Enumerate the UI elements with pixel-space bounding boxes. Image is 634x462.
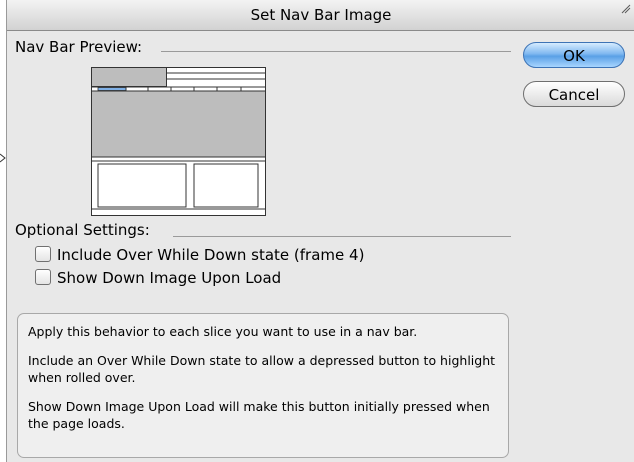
checkbox-box[interactable]	[35, 246, 51, 262]
optional-settings-label: Optional Settings:	[15, 221, 150, 239]
checkbox-box[interactable]	[35, 269, 51, 285]
ok-button[interactable]: OK	[523, 42, 625, 68]
resize-grip-icon	[621, 4, 631, 14]
show-down-image-checkbox[interactable]: Show Down Image Upon Load	[35, 269, 281, 287]
description-line: Include an Over While Down state to allo…	[28, 353, 496, 385]
cancel-button[interactable]: Cancel	[523, 81, 625, 107]
window-title: Set Nav Bar Image	[250, 6, 392, 24]
optional-settings-divider	[173, 236, 511, 237]
nav-bar-preview	[91, 67, 266, 216]
preview-label: Nav Bar Preview:	[15, 38, 143, 56]
title-bar[interactable]: Set Nav Bar Image	[7, 0, 634, 31]
description-box: Apply this behavior to each slice you wa…	[17, 313, 509, 458]
over-while-down-checkbox[interactable]: Include Over While Down state (frame 4)	[35, 246, 364, 264]
preview-divider	[161, 51, 511, 52]
nav-button-highlight	[97, 87, 127, 91]
description-line: Apply this behavior to each slice you wa…	[28, 324, 418, 339]
show-down-image-label: Show Down Image Upon Load	[57, 269, 282, 287]
set-nav-bar-image-dialog: Set Nav Bar Image Nav Bar Preview: OK Ca…	[6, 0, 634, 462]
preview-main-area	[91, 90, 266, 158]
preview-top-slice	[91, 67, 167, 87]
over-while-down-label: Include Over While Down state (frame 4)	[57, 246, 365, 264]
description-line: Show Down Image Upon Load will make this…	[28, 399, 490, 431]
